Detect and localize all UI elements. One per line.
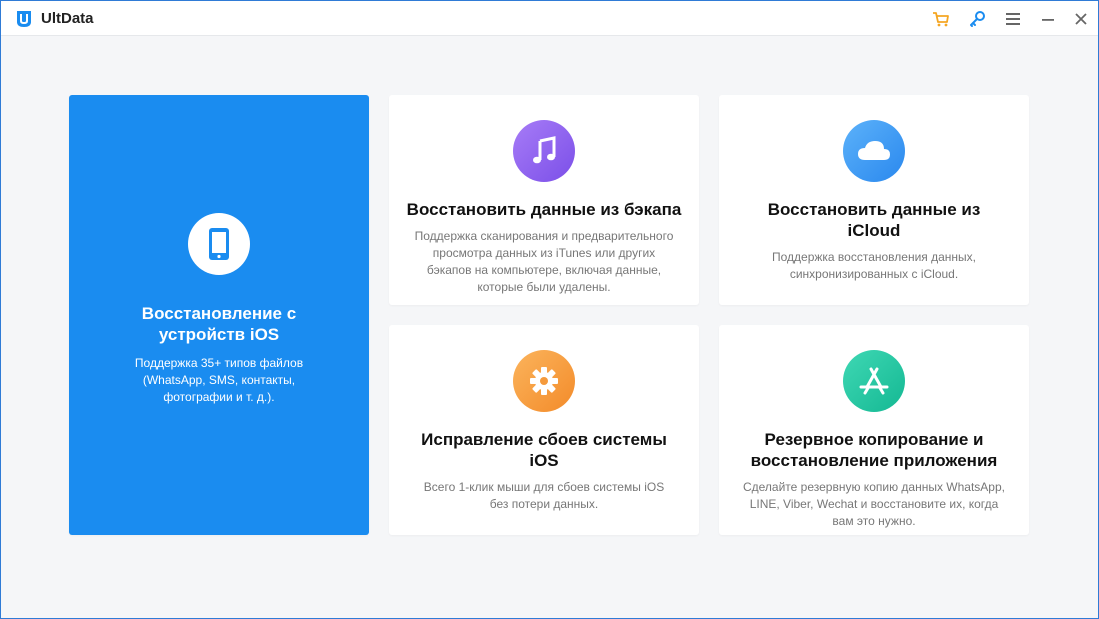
cart-button[interactable] xyxy=(931,9,951,29)
cart-icon xyxy=(933,12,949,27)
app-window: UltData Восстановление с устройств iOS П… xyxy=(0,0,1099,619)
register-key-button[interactable] xyxy=(967,9,987,29)
card-backup-title: Восстановить данные из бэкапа xyxy=(406,200,682,219)
app-title: UltData xyxy=(41,10,94,27)
card-backup-desc: Поддержка сканирования и предварительног… xyxy=(414,229,674,294)
cloud-icon-circle xyxy=(843,120,905,182)
minimize-icon xyxy=(1042,19,1054,21)
phone-icon-circle xyxy=(188,213,250,275)
card-icloud-restore[interactable]: Восстановить данные из iCloud Поддержка … xyxy=(719,95,1029,305)
card-app-backup[interactable]: Резервное копирование и восстановление п… xyxy=(719,325,1029,535)
card-ios-recovery[interactable]: Восстановление с устройств iOS Поддержка… xyxy=(69,95,369,535)
close-icon xyxy=(1075,13,1087,25)
card-icloud-title: Восстановить данные из iCloud xyxy=(767,200,981,240)
menu-icon xyxy=(1006,13,1020,25)
gear-icon-circle xyxy=(513,350,575,412)
cloud-icon xyxy=(858,141,890,160)
ultdata-logo-icon xyxy=(17,11,31,27)
card-repair-title: Исправление сбоев системы iOS xyxy=(421,430,667,470)
music-note-icon xyxy=(533,136,556,164)
card-backup-restore[interactable]: Восстановить данные из бэкапа Поддержка … xyxy=(389,95,699,305)
title-bar: UltData xyxy=(1,1,1098,36)
gear-icon xyxy=(530,367,558,395)
key-icon xyxy=(970,11,985,27)
app-store-icon xyxy=(859,367,889,395)
music-icon-circle xyxy=(513,120,575,182)
phone-icon xyxy=(209,228,229,260)
card-ios-title: Восстановление с устройств iOS xyxy=(141,304,297,344)
card-apps-desc: Сделайте резервную копию данных WhatsApp… xyxy=(742,480,1005,528)
minimize-button[interactable] xyxy=(1038,9,1058,29)
menu-button[interactable] xyxy=(1003,9,1023,29)
card-system-repair[interactable]: Исправление сбоев системы iOS Всего 1-кл… xyxy=(389,325,699,535)
card-repair-desc: Всего 1-клик мыши для сбоев системы iOS … xyxy=(423,480,665,511)
card-icloud-desc: Поддержка восстановления данных, синхрон… xyxy=(771,250,976,281)
close-button[interactable] xyxy=(1071,9,1091,29)
card-apps-title: Резервное копирование и восстановление п… xyxy=(750,430,998,470)
app-store-icon-circle xyxy=(843,350,905,412)
card-ios-desc: Поддержка 35+ типов файлов (WhatsApp, SM… xyxy=(134,356,304,404)
